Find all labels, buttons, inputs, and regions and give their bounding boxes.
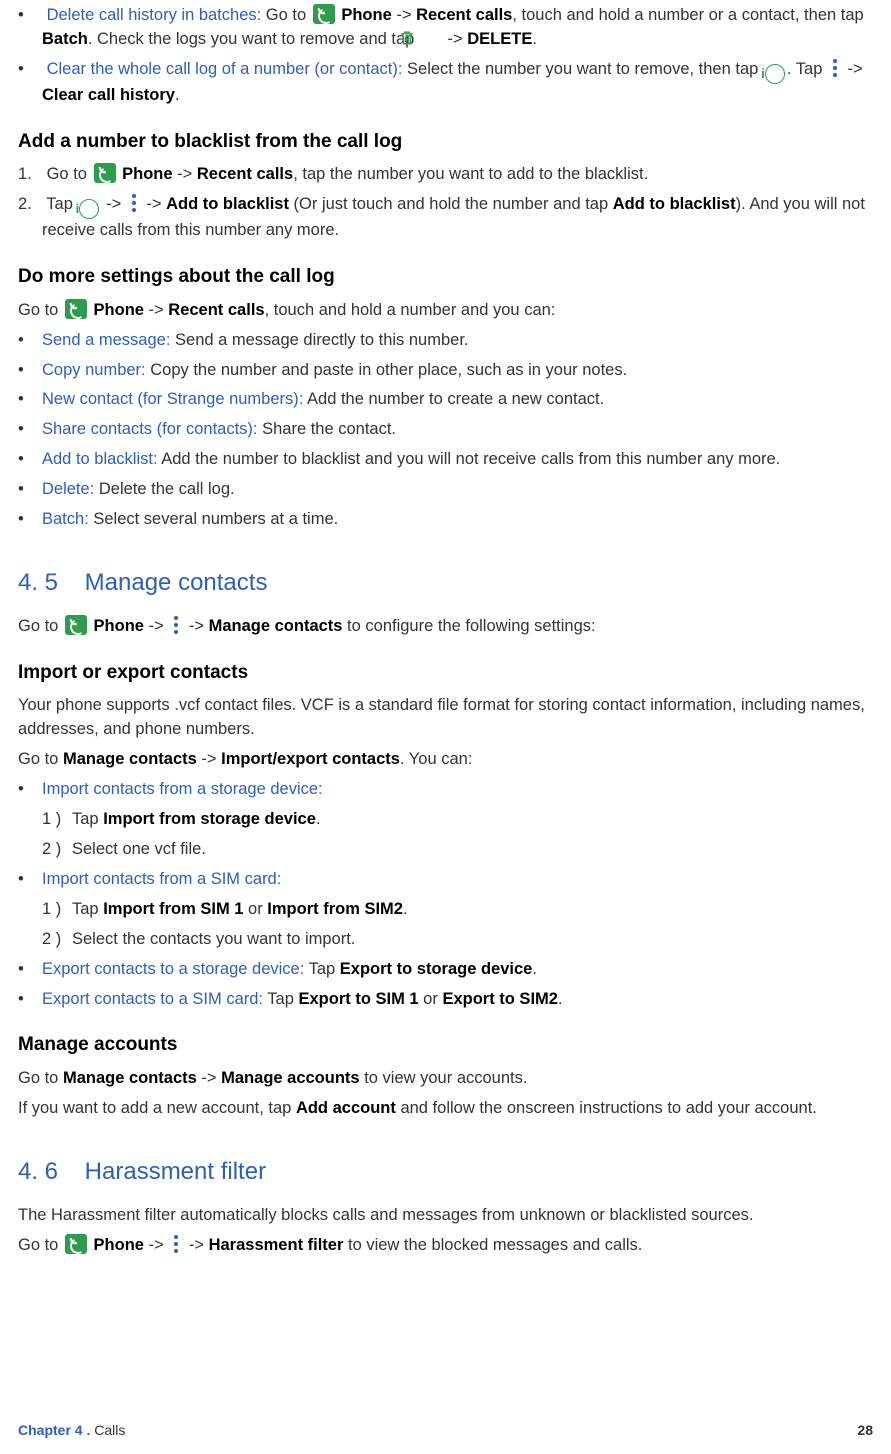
paragraph: Your phone supports .vcf contact files. … — [18, 694, 873, 742]
heading-manage-accounts: Manage accounts — [18, 1031, 873, 1059]
heading-more-settings: Do more settings about the call log — [18, 263, 873, 291]
heading-import-export: Import or export contacts — [18, 659, 873, 687]
heading-blacklist: Add a number to blacklist from the call … — [18, 128, 873, 156]
number-marker: 2. — [18, 193, 42, 217]
list-item: • Clear the whole call log of a number (… — [18, 58, 873, 108]
paragraph: If you want to add a new account, tap Ad… — [18, 1097, 873, 1121]
list-item: •Copy number: Copy the number and paste … — [18, 359, 873, 383]
page-number: 28 — [857, 1420, 873, 1440]
more-dots-icon — [170, 1234, 182, 1254]
action-title: Clear the whole call log of a number (or… — [47, 60, 403, 78]
more-dots-icon — [829, 58, 841, 78]
phone-icon — [65, 615, 87, 635]
list-item: •New contact (for Strange numbers): Add … — [18, 388, 873, 412]
section-heading-4-6: 4. 6 Harassment filter — [18, 1155, 873, 1190]
trash-icon — [421, 28, 441, 48]
list-item: •Import contacts from a SIM card: — [18, 868, 873, 892]
sub-step: 2 )Select the contacts you want to impor… — [42, 928, 873, 952]
document-page: • Delete call history in batches: Go to … — [18, 4, 873, 1258]
list-item: •Batch: Select several numbers at a time… — [18, 508, 873, 532]
list-item: • Delete call history in batches: Go to … — [18, 4, 873, 52]
bullet: • — [18, 4, 42, 28]
paragraph: Go to Manage contacts -> Manage accounts… — [18, 1067, 873, 1091]
phone-icon — [65, 1234, 87, 1254]
list-item: •Send a message: Send a message directly… — [18, 329, 873, 353]
bullet: • — [18, 58, 42, 82]
list-item: •Import contacts from a storage device: — [18, 778, 873, 802]
phone-icon — [94, 163, 116, 183]
page-footer: Chapter 4 . Calls 28 — [18, 1420, 873, 1440]
phone-icon — [313, 4, 335, 24]
action-title: Delete call history in batches: — [47, 6, 262, 24]
list-item: •Export contacts to a SIM card: Tap Expo… — [18, 988, 873, 1012]
sub-step: 2 )Select one vcf file. — [42, 838, 873, 862]
sub-step: 1 )Tap Import from storage device. — [42, 808, 873, 832]
footer-left: Chapter 4 . Calls — [18, 1420, 125, 1440]
list-item: 2. Tap i -> -> Add to blacklist (Or just… — [18, 193, 873, 243]
sub-step: 1 )Tap Import from SIM 1 or Import from … — [42, 898, 873, 922]
paragraph: Go to Phone -> Recent calls, touch and h… — [18, 299, 873, 323]
info-icon: i — [765, 64, 785, 84]
list-item: •Export contacts to a storage device: Ta… — [18, 958, 873, 982]
section-heading-4-5: 4. 5 Manage contacts — [18, 566, 873, 601]
list-item: •Share contacts (for contacts): Share th… — [18, 418, 873, 442]
paragraph: The Harassment filter automatically bloc… — [18, 1204, 873, 1228]
info-icon: i — [79, 199, 99, 219]
paragraph: Go to Phone -> -> Harassment filter to v… — [18, 1234, 873, 1258]
list-item: •Delete: Delete the call log. — [18, 478, 873, 502]
more-dots-icon — [170, 615, 182, 635]
paragraph: Go to Phone -> -> Manage contacts to con… — [18, 615, 873, 639]
number-marker: 1. — [18, 163, 42, 187]
more-dots-icon — [128, 193, 140, 213]
list-item: 1. Go to Phone -> Recent calls, tap the … — [18, 163, 873, 187]
phone-icon — [65, 299, 87, 319]
paragraph: Go to Manage contacts -> Import/export c… — [18, 748, 873, 772]
list-item: •Add to blacklist: Add the number to bla… — [18, 448, 873, 472]
